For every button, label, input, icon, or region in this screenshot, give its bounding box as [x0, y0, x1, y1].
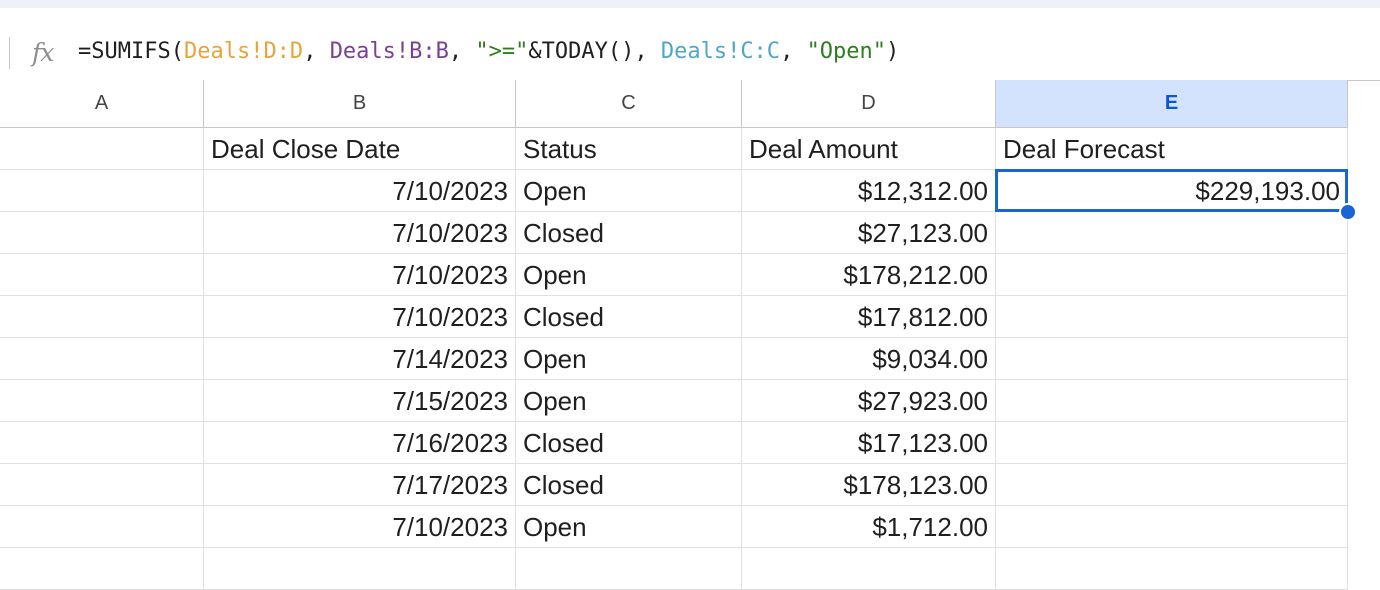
cell-e[interactable] [996, 380, 1348, 422]
cell-b[interactable]: 7/10/2023 [204, 212, 516, 254]
cell-d[interactable]: $17,812.00 [742, 296, 996, 338]
column-header-e[interactable]: E [996, 80, 1348, 128]
cell-d[interactable]: $9,034.00 [742, 338, 996, 380]
cell-b[interactable]: 7/10/2023 [204, 506, 516, 548]
cell-b[interactable]: 7/10/2023 [204, 254, 516, 296]
cell-b[interactable]: 7/10/2023 [204, 296, 516, 338]
formula-token: , [448, 39, 476, 64]
fill-handle[interactable] [1339, 203, 1357, 221]
formula-token: , [780, 39, 807, 64]
cell-b[interactable]: 7/17/2023 [204, 464, 516, 506]
cell-a[interactable] [0, 128, 204, 170]
cell-d[interactable]: $178,212.00 [742, 254, 996, 296]
cell-e[interactable] [996, 212, 1348, 254]
cell-a[interactable] [0, 212, 204, 254]
cell-b[interactable]: 7/16/2023 [204, 422, 516, 464]
spreadsheet-grid: A B C D E Deal Close Date Status Deal Amount Dea… [0, 80, 1380, 590]
formula-token: ">=" [475, 39, 529, 64]
cell-a[interactable] [0, 506, 204, 548]
cell-a[interactable] [0, 464, 204, 506]
cell-d[interactable]: Deal Amount [742, 128, 996, 170]
formula-token: Deals!C:C [660, 39, 781, 64]
cell-e[interactable] [996, 338, 1348, 380]
cell-c[interactable]: Open [516, 380, 742, 422]
cell-e[interactable] [996, 296, 1348, 338]
cell-b[interactable]: 7/10/2023 [204, 170, 516, 212]
column-header-b[interactable]: B [204, 80, 516, 128]
cell-c[interactable]: Closed [516, 422, 742, 464]
formula-token: Deals!D:D [183, 39, 304, 64]
cell-a[interactable] [0, 422, 204, 464]
cell-a[interactable] [0, 254, 204, 296]
column-header-a[interactable]: A [0, 80, 204, 128]
cell-c[interactable]: Open [516, 338, 742, 380]
cell-c[interactable]: Closed [516, 296, 742, 338]
cell-c[interactable]: Closed [516, 212, 742, 254]
cell-d[interactable]: $1,712.00 [742, 506, 996, 548]
cell-e[interactable]: Deal Forecast [996, 128, 1348, 170]
fx-icon: fx [32, 38, 54, 67]
cell-c[interactable]: Closed [516, 464, 742, 506]
cell-d[interactable]: $27,923.00 [742, 380, 996, 422]
cell-a[interactable] [0, 338, 204, 380]
cell-b[interactable]: 7/14/2023 [204, 338, 516, 380]
formula-token: "Open" [806, 39, 887, 64]
cell-d[interactable]: $27,123.00 [742, 212, 996, 254]
cell-c[interactable]: Open [516, 506, 742, 548]
formula-bar-divider [9, 37, 10, 69]
cell-a[interactable] [0, 380, 204, 422]
column-header-d[interactable]: D [742, 80, 996, 128]
cell-a[interactable] [0, 296, 204, 338]
top-toolbar-strip [0, 0, 1380, 8]
formula-token: &TODAY(), [528, 39, 661, 64]
formula-input[interactable]: =SUMIFS(Deals!D:D, Deals!B:B, ">="&TODAY… [78, 38, 899, 66]
cell-d[interactable]: $17,123.00 [742, 422, 996, 464]
cell-e[interactable] [996, 464, 1348, 506]
cell-c[interactable]: Open [516, 170, 742, 212]
formula-token: ) [886, 39, 900, 64]
cell-a[interactable] [0, 170, 204, 212]
cell-e[interactable] [996, 422, 1348, 464]
cell-c[interactable]: Open [516, 254, 742, 296]
cell-b[interactable]: Deal Close Date [204, 128, 516, 170]
cell-e[interactable] [996, 506, 1348, 548]
cell-c[interactable]: Status [516, 128, 742, 170]
cell-b[interactable]: 7/15/2023 [204, 380, 516, 422]
formula-token: Deals!B:B [329, 39, 449, 64]
cell-d[interactable]: $12,312.00 [742, 170, 996, 212]
formula-token: , [303, 39, 330, 64]
formula-bar: fx =SUMIFS(Deals!D:D, Deals!B:B, ">="&TO… [0, 24, 1380, 81]
cell-d[interactable]: $178,123.00 [742, 464, 996, 506]
column-header-c[interactable]: C [516, 80, 742, 128]
formula-token: =SUMIFS( [78, 39, 184, 64]
cell-e[interactable]: $229,193.00 [996, 170, 1348, 212]
cell-e[interactable] [996, 254, 1348, 296]
